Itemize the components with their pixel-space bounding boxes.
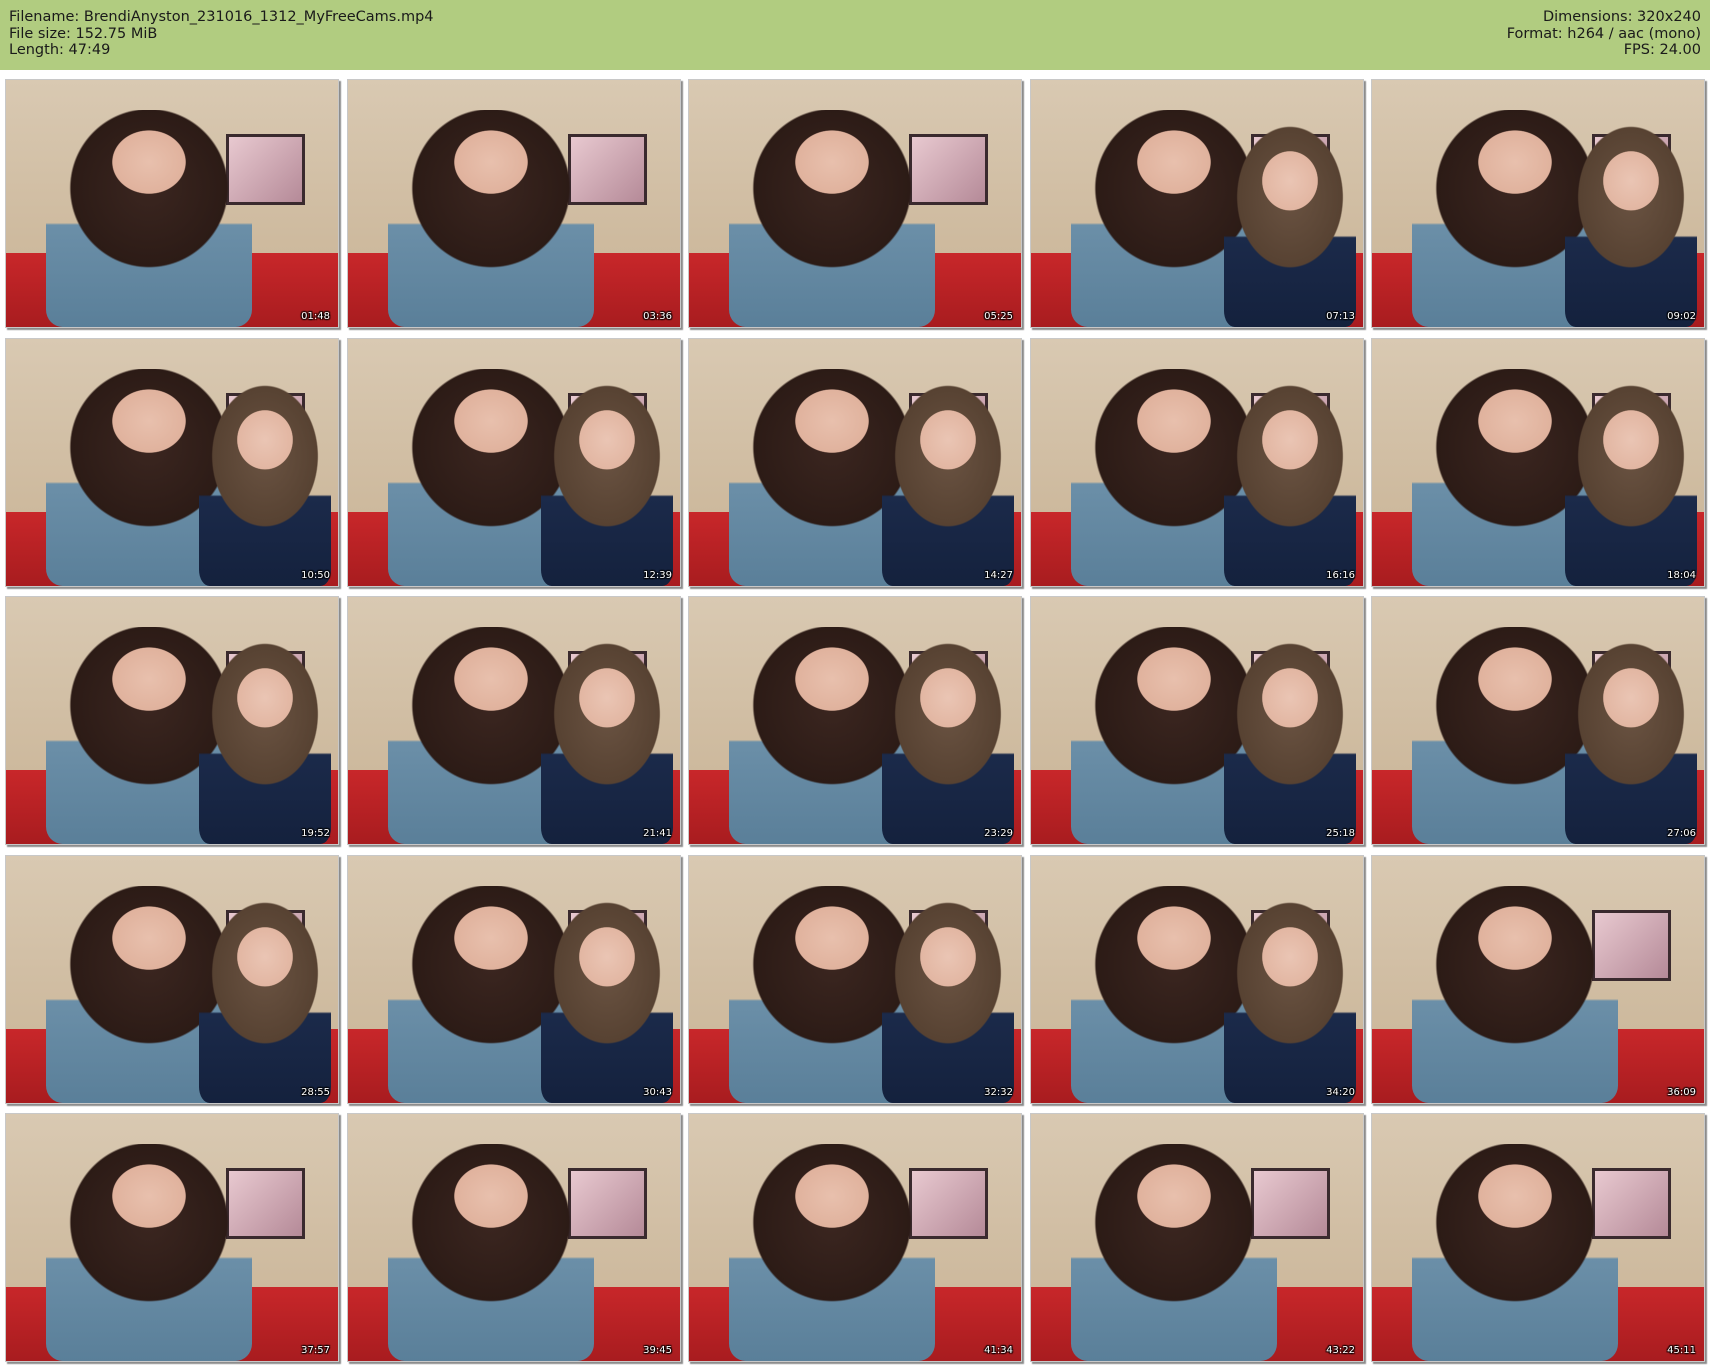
file-info-right: Dimensions: 320x240 Format: h264 / aac (… xyxy=(1507,9,1701,59)
person-figure xyxy=(728,1143,935,1361)
length-text: Length: 47:49 xyxy=(9,42,111,58)
second-person-figure xyxy=(1223,124,1357,327)
second-person-figure xyxy=(540,641,674,844)
video-thumbnail: 32:32 xyxy=(688,855,1022,1104)
file-info-left: Filename: BrendiAnyston_231016_1312_MyFr… xyxy=(9,9,434,59)
timestamp-label: 05:25 xyxy=(984,311,1013,322)
timestamp-label: 41:34 xyxy=(984,1345,1013,1356)
second-person-figure xyxy=(198,900,332,1103)
video-thumbnail: 45:11 xyxy=(1371,1113,1705,1362)
second-person-figure xyxy=(198,641,332,844)
timestamp-label: 19:52 xyxy=(301,828,330,839)
video-thumbnail: 03:36 xyxy=(347,79,681,328)
timestamp-label: 18:04 xyxy=(1667,570,1696,581)
info-header: Filename: BrendiAnyston_231016_1312_MyFr… xyxy=(0,0,1710,70)
video-thumbnail: 14:27 xyxy=(688,338,1022,587)
format-text: Format: h264 / aac (mono) xyxy=(1506,25,1701,42)
video-thumbnail: 39:45 xyxy=(347,1113,681,1362)
video-thumbnail: 30:43 xyxy=(347,855,681,1104)
timestamp-label: 30:43 xyxy=(643,1087,672,1098)
video-thumbnail: 07:13 xyxy=(1030,79,1364,328)
dimensions-text: Dimensions: 320x240 xyxy=(1542,9,1701,25)
filename-text: Filename: BrendiAnyston_231016_1312_MyFr… xyxy=(9,9,434,25)
second-person-figure xyxy=(1564,641,1698,844)
timestamp-label: 34:20 xyxy=(1326,1087,1355,1098)
timestamp-label: 27:06 xyxy=(1667,828,1696,839)
timestamp-label: 25:18 xyxy=(1326,828,1355,839)
video-thumbnail: 05:25 xyxy=(688,79,1022,328)
timestamp-label: 36:09 xyxy=(1667,1087,1696,1098)
video-thumbnail: 01:48 xyxy=(5,79,339,328)
video-thumbnail: 28:55 xyxy=(5,855,339,1104)
filesize-text: File size: 152.75 MiB xyxy=(9,25,158,42)
video-thumbnail: 23:29 xyxy=(688,596,1022,845)
second-person-figure xyxy=(540,900,674,1103)
fps-text: FPS: 24.00 xyxy=(1623,42,1701,58)
second-person-figure xyxy=(540,383,674,586)
video-thumbnail: 25:18 xyxy=(1030,596,1364,845)
person-figure xyxy=(1411,1143,1618,1361)
person-figure xyxy=(1070,1143,1277,1361)
video-thumbnail: 43:22 xyxy=(1030,1113,1364,1362)
video-thumbnail: 12:39 xyxy=(347,338,681,587)
timestamp-label: 03:36 xyxy=(643,311,672,322)
timestamp-label: 14:27 xyxy=(984,570,1013,581)
timestamp-label: 12:39 xyxy=(643,570,672,581)
person-figure xyxy=(728,109,935,327)
timestamp-label: 23:29 xyxy=(984,828,1013,839)
person-figure xyxy=(1411,885,1618,1103)
person-figure xyxy=(387,1143,594,1361)
second-person-figure xyxy=(881,383,1015,586)
video-thumbnail: 09:02 xyxy=(1371,79,1705,328)
second-person-figure xyxy=(881,900,1015,1103)
second-person-figure xyxy=(198,383,332,586)
video-thumbnail: 27:06 xyxy=(1371,596,1705,845)
video-thumbnail: 34:20 xyxy=(1030,855,1364,1104)
person-figure xyxy=(45,1143,252,1361)
second-person-figure xyxy=(1223,641,1357,844)
person-figure xyxy=(45,109,252,327)
video-thumbnail: 37:57 xyxy=(5,1113,339,1362)
video-thumbnail: 41:34 xyxy=(688,1113,1022,1362)
timestamp-label: 43:22 xyxy=(1326,1345,1355,1356)
timestamp-label: 32:32 xyxy=(984,1087,1013,1098)
second-person-figure xyxy=(881,641,1015,844)
person-figure xyxy=(387,109,594,327)
second-person-figure xyxy=(1564,124,1698,327)
timestamp-label: 09:02 xyxy=(1667,311,1696,322)
timestamp-label: 45:11 xyxy=(1667,1345,1696,1356)
second-person-figure xyxy=(1223,900,1357,1103)
timestamp-label: 39:45 xyxy=(643,1345,672,1356)
video-thumbnail: 19:52 xyxy=(5,596,339,845)
timestamp-label: 28:55 xyxy=(301,1087,330,1098)
video-thumbnail: 21:41 xyxy=(347,596,681,845)
second-person-figure xyxy=(1564,383,1698,586)
timestamp-label: 16:16 xyxy=(1326,570,1355,581)
timestamp-label: 07:13 xyxy=(1326,311,1355,322)
timestamp-label: 01:48 xyxy=(301,311,330,322)
timestamp-label: 10:50 xyxy=(301,570,330,581)
video-thumbnail: 10:50 xyxy=(5,338,339,587)
video-thumbnail: 16:16 xyxy=(1030,338,1364,587)
second-person-figure xyxy=(1223,383,1357,586)
video-thumbnail: 18:04 xyxy=(1371,338,1705,587)
timestamp-label: 21:41 xyxy=(643,828,672,839)
timestamp-label: 37:57 xyxy=(301,1345,330,1356)
video-thumbnail: 36:09 xyxy=(1371,855,1705,1104)
